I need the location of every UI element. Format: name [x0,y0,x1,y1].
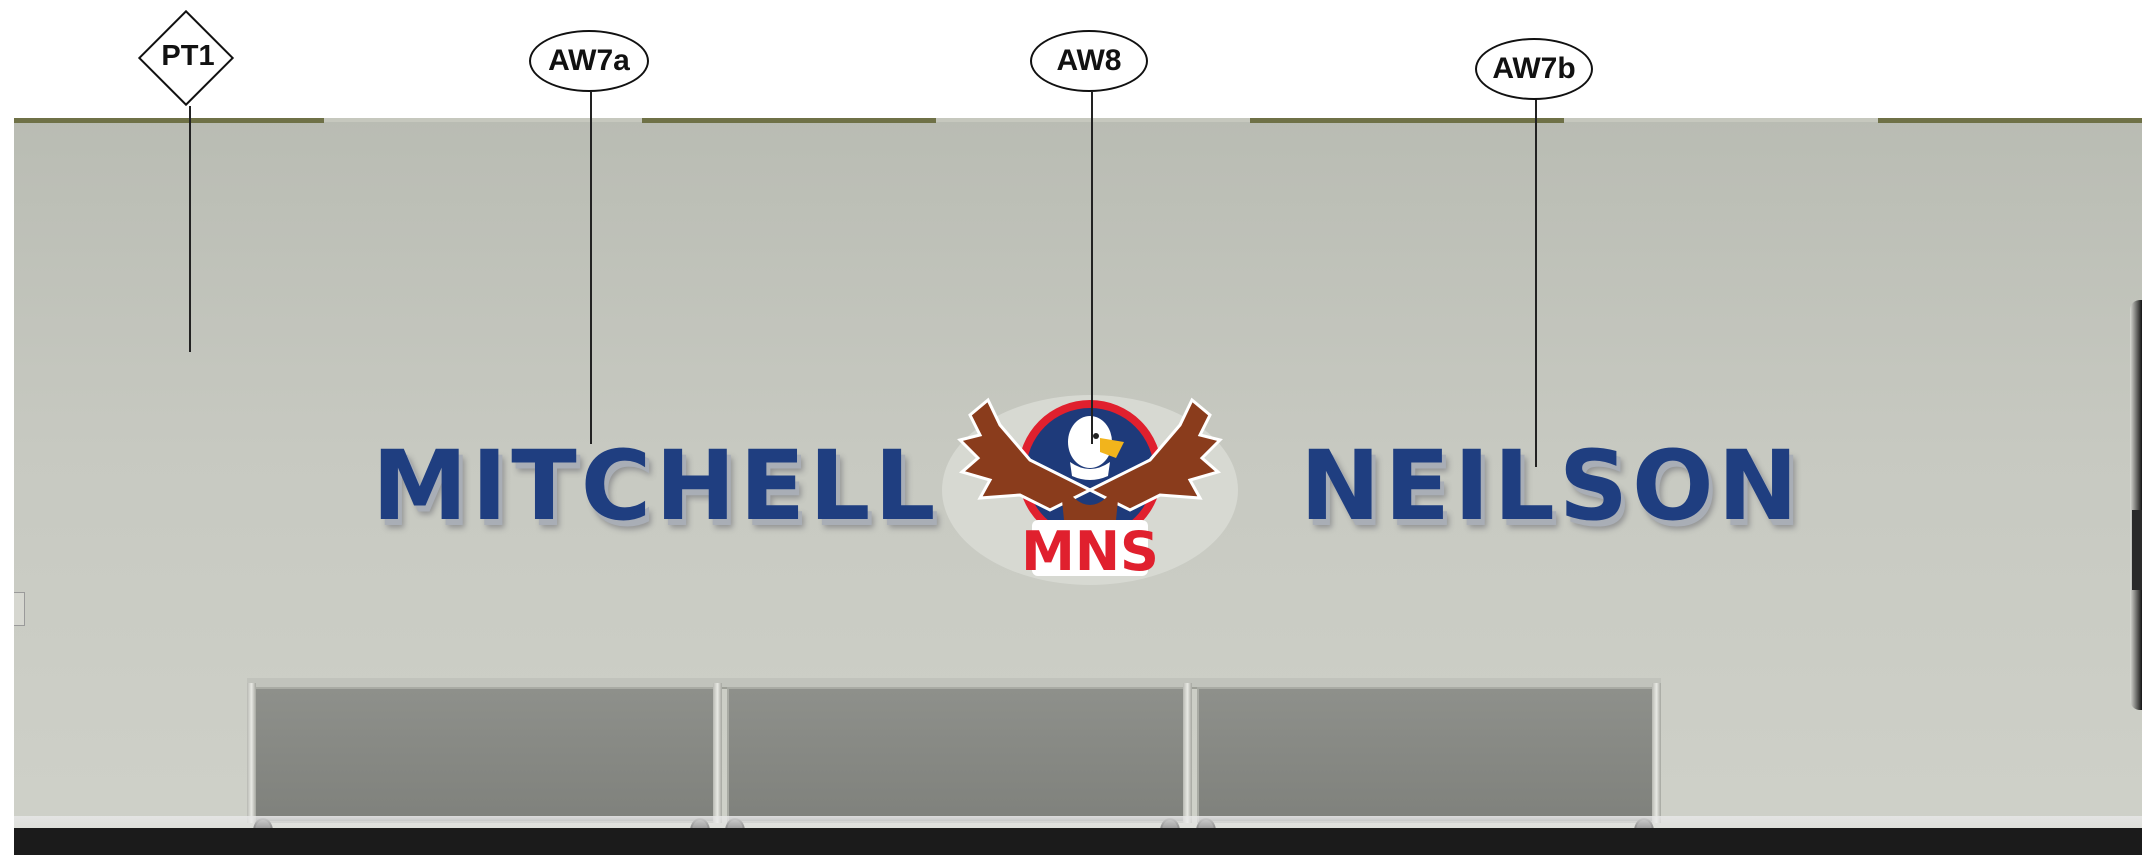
callout-pt1: PT1 [161,40,215,72]
top-trim [14,118,324,123]
callout-aw8: AW8 [1030,30,1148,92]
leader-line-aw7b [1535,99,1537,467]
top-trim [642,118,936,123]
callout-aw7b: AW7b [1475,38,1593,100]
cabinet-panel [727,687,1185,823]
leader-line-aw7a [590,92,592,444]
right-doorframe [2130,300,2142,710]
eagle-icon: MNS [942,395,1238,585]
leader-line-aw8 [1091,92,1093,444]
floor-base [14,828,2142,855]
wall-left-edge [0,118,15,855]
sign-word-neilson: NEILSON [1300,430,1802,542]
sign-word-mitchell: MITCHELL [372,430,940,542]
cabinet-post [713,683,722,823]
leader-line-pt1 [189,106,191,352]
cabinet-post [1183,683,1192,823]
top-trim [936,118,1250,122]
top-trim [1250,118,1564,123]
callout-aw7a: AW7a [529,30,649,92]
cabinet-panel [1197,687,1657,823]
top-trim [324,118,642,122]
cabinet-post [1652,683,1661,823]
logo-text: MNS [1021,520,1159,583]
elevation-drawing: MITCHELL NEILSON MNS PT1 AW7a AW8 AW7b [0,0,2142,855]
top-trim [1878,118,2142,123]
top-trim [1564,118,1878,122]
cabinet-panel [253,687,716,823]
right-door-handle [2132,510,2142,590]
wall-bracket [14,592,25,626]
cabinet-post [247,683,256,823]
